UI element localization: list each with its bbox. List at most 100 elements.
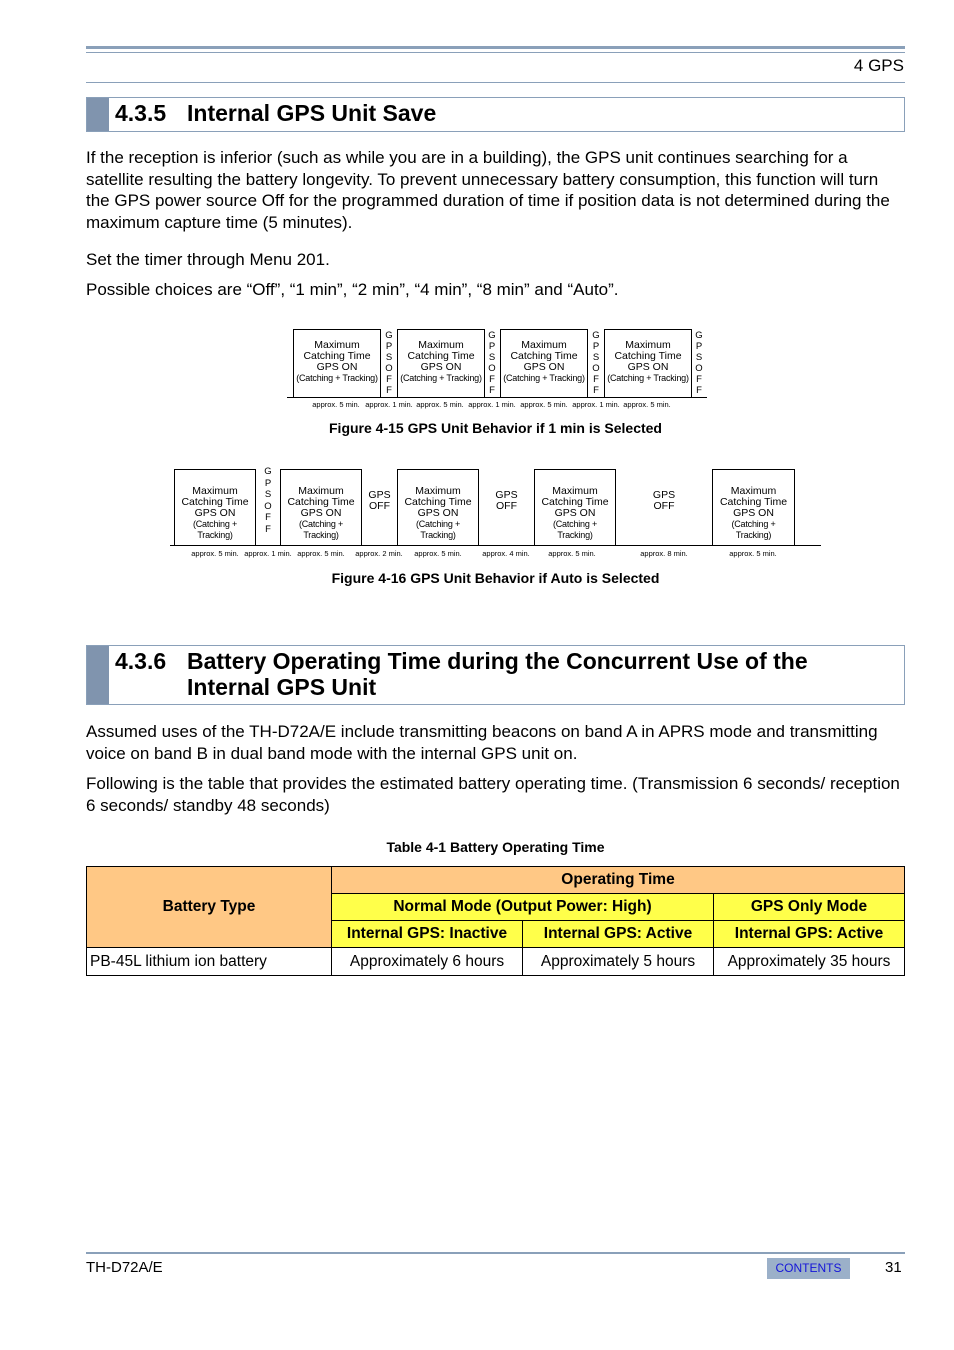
- duration-label: approx. 5 min.: [414, 549, 462, 558]
- letter: P: [695, 341, 703, 352]
- gps-on-block: Maximum Catching Time GPS ON (Catching +…: [397, 469, 479, 545]
- cell-value: Approximately 6 hours: [331, 947, 523, 976]
- header-rule-thin: [86, 52, 905, 53]
- subheader-gps-active-gps-only: Internal GPS: Active: [713, 920, 905, 948]
- duration-label: approx. 1 min.: [572, 400, 620, 409]
- gps-on-block: Maximum Catching Time GPS ON (Catching +…: [280, 469, 362, 545]
- header-gps-only-mode: GPS Only Mode: [713, 893, 905, 921]
- block-line: (Catching + Tracking): [731, 519, 776, 540]
- block-line: GPS ON: [417, 507, 459, 519]
- block-line: GPS ON: [300, 507, 342, 519]
- timeline-baseline: [170, 545, 821, 546]
- letter: G: [592, 330, 600, 341]
- duration-label: approx. 1 min.: [468, 400, 516, 409]
- gps-on-block: Maximum Catching Time GPS ON (Catching +…: [604, 329, 692, 397]
- heading-accent-bar: [87, 98, 109, 131]
- letter: S: [488, 352, 496, 363]
- gps-off-vertical: GPSOFF: [262, 466, 274, 536]
- gps-off-label: GPS OFF: [362, 490, 397, 512]
- header-battery-type: Battery Type: [86, 866, 332, 948]
- duration-label: approx. 5 min.: [191, 549, 239, 558]
- letter: F: [386, 385, 392, 396]
- contents-link-button[interactable]: CONTENTS: [767, 1258, 850, 1279]
- cell-value: Approximately 35 hours: [713, 947, 905, 976]
- section-number: 4.3.6: [115, 648, 167, 674]
- duration-label: approx. 1 min.: [244, 549, 292, 558]
- duration-label: approx. 5 min.: [312, 400, 360, 409]
- gps-off-vertical: GPSOFF: [486, 330, 498, 396]
- chapter-label: 4 GPS: [853, 56, 904, 75]
- battery-operating-time-table: Battery Type Operating Time Normal Mode …: [86, 866, 905, 976]
- gps-on-block: Maximum Catching Time GPS ON (Catching +…: [174, 469, 256, 545]
- table-row: PB-45L lithium ion battery Approximately…: [86, 947, 905, 976]
- gps-on-block: Maximum Catching Time GPS ON (Catching +…: [712, 469, 795, 545]
- duration-label: approx. 5 min.: [416, 400, 464, 409]
- off-line: OFF: [369, 500, 390, 512]
- section-heading-4-3-5: 4.3.5 Internal GPS Unit Save: [86, 97, 905, 132]
- section-title-line: Internal GPS Unit: [187, 674, 377, 700]
- duration-label: approx. 5 min.: [297, 549, 345, 558]
- duration-label: approx. 5 min.: [729, 549, 777, 558]
- paragraph: Set the timer through Menu 201.: [86, 250, 330, 269]
- block-line: (Catching + Tracking): [296, 373, 378, 383]
- table-caption: Table 4-1 Battery Operating Time: [386, 839, 605, 855]
- letter: G: [385, 330, 393, 341]
- letter: S: [264, 489, 272, 501]
- duration-label: approx. 8 min.: [640, 549, 688, 558]
- gps-on-block: Maximum Catching Time GPS ON (Catching +…: [293, 329, 381, 397]
- gps-on-block: Maximum Catching Time GPS ON (Catching +…: [500, 329, 588, 397]
- heading-accent-bar: [87, 646, 109, 704]
- gps-off-vertical: GPSOFF: [590, 330, 602, 396]
- block-line: GPS ON: [554, 507, 596, 519]
- cell-battery-type: PB-45L lithium ion battery: [86, 947, 332, 976]
- duration-label: approx. 4 min.: [482, 549, 530, 558]
- off-line: OFF: [496, 500, 517, 512]
- block-line: (Catching + Tracking): [400, 373, 482, 383]
- letter: G: [695, 330, 703, 341]
- header-operating-time: Operating Time: [331, 866, 905, 894]
- figure-caption: Figure 4-15 GPS Unit Behavior if 1 min i…: [329, 420, 662, 436]
- letter: F: [265, 523, 271, 535]
- letter: P: [264, 477, 272, 489]
- header-divider: [86, 82, 905, 83]
- letter: O: [695, 363, 703, 374]
- letter: S: [385, 352, 393, 363]
- block-line: GPS ON: [420, 361, 462, 373]
- block-line: GPS ON: [316, 361, 358, 373]
- letter: O: [488, 363, 496, 374]
- page-number: 31: [885, 1259, 902, 1276]
- letter: G: [264, 466, 272, 477]
- footer-rule: [86, 1252, 905, 1254]
- block-line: GPS ON: [627, 361, 669, 373]
- section-number: 4.3.5: [115, 100, 167, 126]
- duration-label: approx. 5 min.: [520, 400, 568, 409]
- duration-label: approx. 2 min.: [355, 549, 403, 558]
- letter: G: [488, 330, 496, 341]
- figure-caption: Figure 4-16 GPS Unit Behavior if Auto is…: [331, 570, 660, 586]
- letter: O: [592, 363, 600, 374]
- footer-model: TH-D72A/E: [86, 1259, 163, 1276]
- subheader-gps-active: Internal GPS: Active: [522, 920, 714, 948]
- letter: P: [592, 341, 600, 352]
- letter: S: [592, 352, 600, 363]
- letter: F: [696, 385, 702, 396]
- letter: O: [264, 500, 272, 512]
- gps-off-label: GPS OFF: [616, 490, 712, 512]
- letter: F: [386, 374, 392, 385]
- header-normal-mode: Normal Mode (Output Power: High): [331, 893, 714, 921]
- duration-label: approx. 5 min.: [548, 549, 596, 558]
- duration-label: approx. 5 min.: [623, 400, 671, 409]
- block-line: GPS ON: [523, 361, 565, 373]
- letter: O: [385, 363, 393, 374]
- header-rule-thick: [86, 46, 905, 49]
- duration-label: approx. 1 min.: [365, 400, 413, 409]
- section-heading-4-3-6: 4.3.6 Battery Operating Time during the …: [86, 645, 905, 705]
- section-title: Internal GPS Unit Save: [187, 100, 437, 126]
- gps-on-block: Maximum Catching Time GPS ON (Catching +…: [534, 469, 616, 545]
- letter: S: [695, 352, 703, 363]
- letter: P: [385, 341, 393, 352]
- subheader-gps-inactive: Internal GPS: Inactive: [331, 920, 523, 948]
- block-line: (Catching + Tracking): [298, 519, 344, 540]
- section-title-line: Battery Operating Time during the Concur…: [187, 648, 808, 674]
- block-line: (Catching + Tracking): [415, 519, 461, 540]
